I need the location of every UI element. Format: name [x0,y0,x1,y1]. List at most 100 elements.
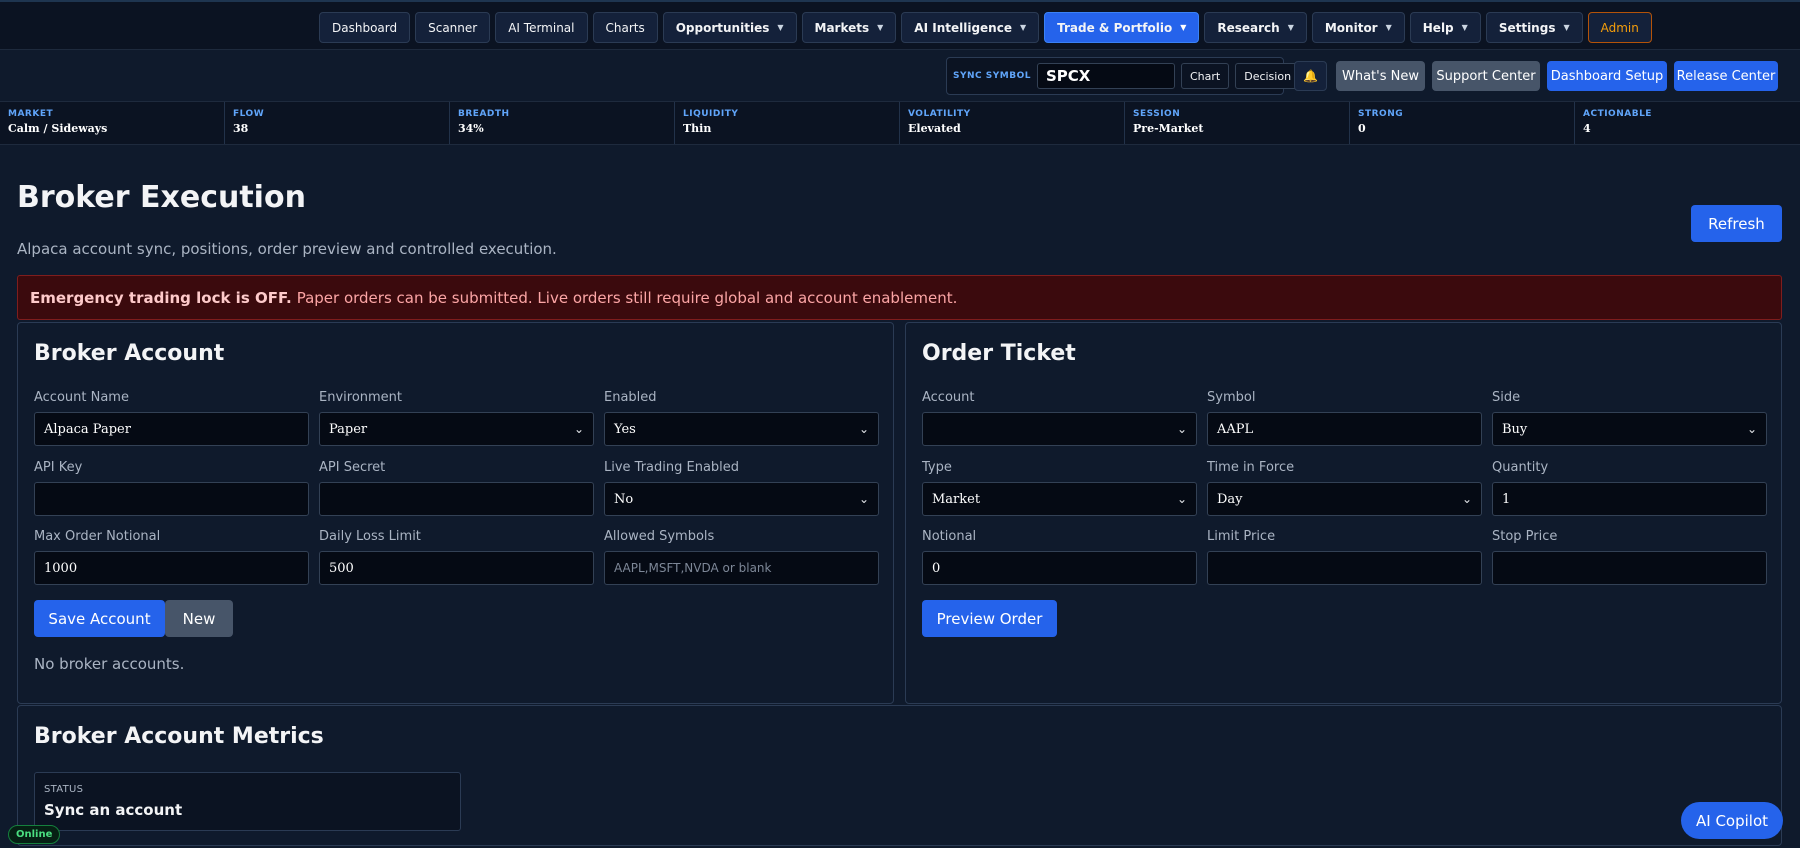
live-trading-select[interactable]: No ⌄ [604,482,879,516]
account-name-label: Account Name [34,390,129,405]
stat-session: SESSION Pre-Market [1125,102,1350,144]
nav-settings[interactable]: Settings ▼ [1485,12,1583,43]
chevron-down-icon: ⌄ [1461,492,1472,506]
stat-flow: FLOW 38 [225,102,450,144]
order-ticket-panel: Order Ticket Account ⌄ Symbol AAPL Side … [905,322,1782,704]
broker-metrics-panel: Broker Account Metrics STATUS Sync an ac… [17,705,1782,846]
nav-menu: Dashboard Scanner AI Terminal Charts Opp… [319,12,1652,43]
time-in-force-select[interactable]: Day ⌄ [1207,482,1482,516]
stat-actionable: ACTIONABLE 4 [1583,109,1652,135]
chevron-down-icon: ▼ [1385,23,1392,32]
page-title: Broker Execution [17,180,306,215]
chevron-down-icon: ▼ [1287,23,1294,32]
enabled-select[interactable]: Yes ⌄ [604,412,879,446]
nav-opportunities[interactable]: Opportunities ▼ [662,12,797,43]
stat-breadth: BREADTH 34% [450,102,675,144]
allowed-symbols-input[interactable]: AAPL,MSFT,NVDA or blank [604,551,879,585]
environment-select[interactable]: Paper ⌄ [319,412,594,446]
alert-text: Paper orders can be submitted. Live orde… [296,288,958,307]
enabled-label: Enabled [604,390,657,405]
nav-dashboard[interactable]: Dashboard [319,12,411,43]
order-symbol-input[interactable]: AAPL [1207,412,1482,446]
dashboard-setup-button[interactable]: Dashboard Setup [1547,61,1667,91]
api-key-input[interactable] [34,482,309,516]
api-secret-label: API Secret [319,460,386,475]
preview-order-button[interactable]: Preview Order [922,600,1057,637]
daily-loss-input[interactable]: 500 [319,551,594,585]
daily-loss-label: Daily Loss Limit [319,529,421,544]
trading-lock-alert: Emergency trading lock is OFF. Paper ord… [17,275,1782,320]
broker-metrics-title: Broker Account Metrics [34,724,324,749]
nav-scanner[interactable]: Scanner [415,12,491,43]
quantity-input[interactable]: 1 [1492,482,1767,516]
stat-strong: STRONG 0 [1350,102,1575,144]
status-metric-key: STATUS [44,784,84,795]
market-status-strip: MARKET Calm / Sideways FLOW 38 BREADTH 34% … [0,101,1800,145]
order-type-select[interactable]: Market ⌄ [922,482,1197,516]
stat-liquidity: LIQUIDITY Thin [675,102,900,144]
chevron-down-icon: ⌄ [1176,492,1187,506]
limit-price-input[interactable] [1207,551,1482,585]
release-center-button[interactable]: Release Center [1674,61,1778,91]
page-subtitle: Alpaca account sync, positions, order pr… [17,240,557,258]
bell-icon: 🔔 [1303,69,1318,83]
order-ticket-title: Order Ticket [922,341,1076,366]
order-side-label: Side [1492,390,1521,405]
order-account-select[interactable]: ⌄ [922,412,1197,446]
decision-button[interactable]: Decision [1235,63,1301,89]
chevron-down-icon: ⌄ [1176,422,1187,436]
chevron-down-icon: ⌄ [858,492,869,506]
chevron-down-icon: ▼ [1019,23,1027,32]
nav-ai-terminal[interactable]: AI Terminal [495,12,588,43]
order-symbol-label: Symbol [1207,390,1256,405]
limit-price-label: Limit Price [1207,529,1276,544]
nav-trade-portfolio[interactable]: Trade & Portfolio ▼ [1044,12,1200,43]
sync-symbol-input[interactable] [1036,63,1175,89]
nav-monitor[interactable]: Monitor ▼ [1311,12,1405,43]
account-name-input[interactable]: Alpaca Paper [34,412,309,446]
quantity-label: Quantity [1492,460,1549,475]
save-account-button[interactable]: Save Account [34,600,165,637]
stop-price-input[interactable] [1492,551,1767,585]
nav-admin[interactable]: Admin [1587,12,1652,43]
api-key-label: API Key [34,460,83,475]
top-navigation: Dashboard Scanner AI Terminal Charts Opp… [0,0,1800,50]
sync-symbol-box: SYNC SYMBOL Chart Decision [946,57,1301,95]
allowed-symbols-label: Allowed Symbols [604,529,715,544]
notifications-button[interactable]: 🔔 [1294,61,1327,91]
chevron-down-icon: ⌄ [1746,422,1757,436]
nav-charts[interactable]: Charts [592,12,658,43]
nav-help[interactable]: Help ▼ [1409,12,1481,43]
broker-account-panel: Broker Account Account Name Alpaca Paper… [17,322,894,704]
order-side-select[interactable]: Buy ⌄ [1492,412,1767,446]
live-trading-label: Live Trading Enabled [604,460,740,475]
time-in-force-label: Time in Force [1207,460,1295,475]
notional-input[interactable]: 0 [922,551,1197,585]
status-metric-card: STATUS Sync an account [34,772,461,831]
alert-bold-text: Emergency trading lock is OFF. [30,288,292,307]
chevron-down-icon: ▼ [777,23,784,32]
notional-label: Notional [922,529,977,544]
stat-market: MARKET Calm / Sideways [0,102,225,144]
refresh-button[interactable]: Refresh [1691,205,1782,242]
support-center-button[interactable]: Support Center [1432,61,1540,91]
nav-markets[interactable]: Markets ▼ [801,12,897,43]
api-secret-input[interactable] [319,482,594,516]
chevron-down-icon: ▼ [877,23,884,32]
chevron-down-icon: ⌄ [858,422,869,436]
environment-label: Environment [319,390,403,405]
nav-ai-intelligence[interactable]: AI Intelligence ▼ [901,12,1040,43]
chevron-down-icon: ▼ [1461,23,1468,32]
chart-button[interactable]: Chart [1180,63,1230,89]
status-metric-value: Sync an account [44,801,183,819]
sync-symbol-label: SYNC SYMBOL [953,71,1031,81]
whats-new-button[interactable]: What's New [1336,61,1425,91]
new-account-button[interactable]: New [165,600,233,637]
chevron-down-icon: ▼ [1180,23,1187,32]
max-notional-input[interactable]: 1000 [34,551,309,585]
stat-volatility: VOLATILITY Elevated [900,102,1125,144]
nav-research[interactable]: Research ▼ [1204,12,1307,43]
order-type-label: Type [922,460,952,475]
ai-copilot-button[interactable]: AI Copilot [1681,802,1783,839]
stop-price-label: Stop Price [1492,529,1558,544]
